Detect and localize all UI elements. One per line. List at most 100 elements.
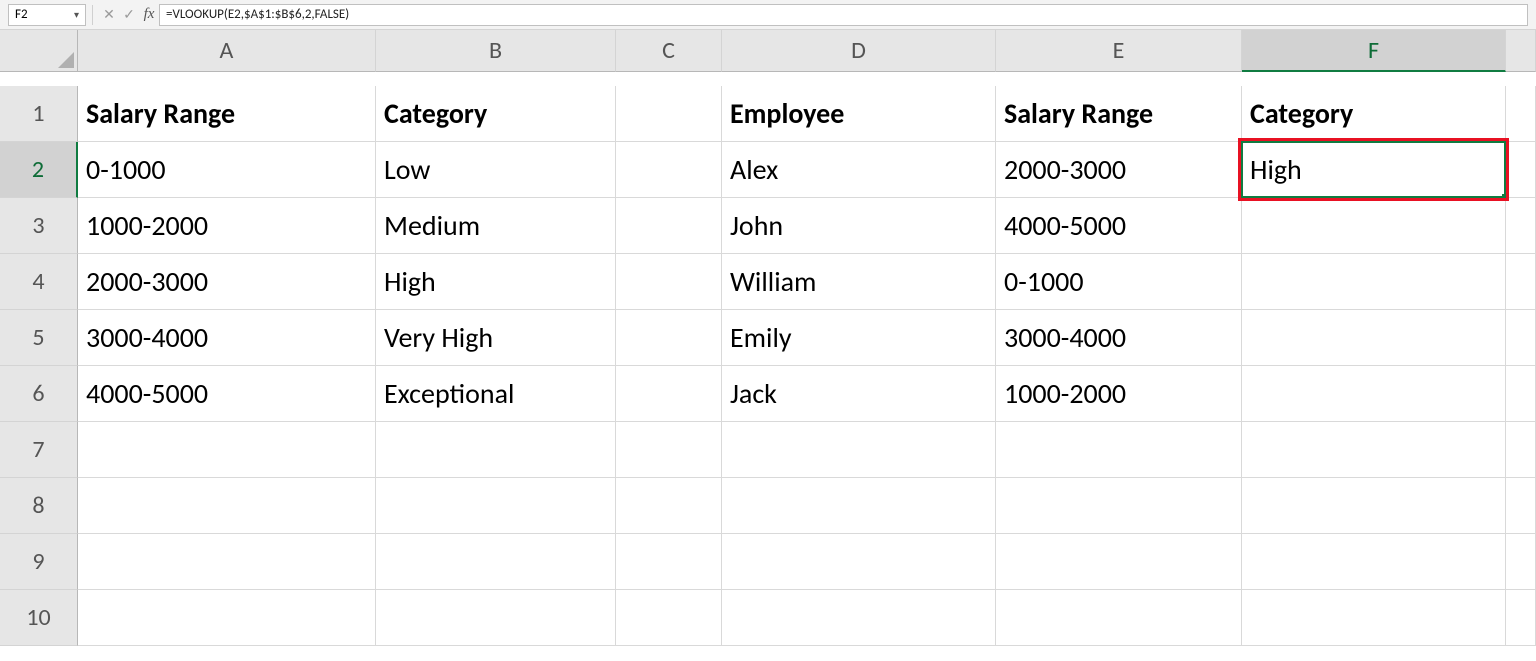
cell-G9[interactable]	[1506, 534, 1536, 590]
cell-C2[interactable]	[616, 142, 722, 198]
row-head-7[interactable]: 7	[0, 422, 78, 478]
cell-G5[interactable]	[1506, 310, 1536, 366]
cell-D1[interactable]: Employee	[722, 86, 996, 142]
cell-F2[interactable]: High	[1242, 142, 1506, 198]
formula-bar: F2 ▾ ✕ ✓ fx =VLOOKUP(E2,$A$1:$B$6,2,FALS…	[0, 0, 1536, 30]
cell-B2[interactable]: Low	[376, 142, 616, 198]
cell-A3[interactable]: 1000-2000	[78, 198, 376, 254]
cell-B9[interactable]	[376, 534, 616, 590]
cell-A5[interactable]: 3000-4000	[78, 310, 376, 366]
col-head-D[interactable]: D	[722, 30, 996, 72]
cell-G6[interactable]	[1506, 366, 1536, 422]
cell-G8[interactable]	[1506, 478, 1536, 534]
cell-F6[interactable]	[1242, 366, 1506, 422]
cell-A6[interactable]: 4000-5000	[78, 366, 376, 422]
cancel-button[interactable]: ✕	[99, 4, 119, 26]
cell-B5[interactable]: Very High	[376, 310, 616, 366]
col-head-C[interactable]: C	[616, 30, 722, 72]
cell-A4[interactable]: 2000-3000	[78, 254, 376, 310]
cell-B4[interactable]: High	[376, 254, 616, 310]
col-head-F[interactable]: F	[1242, 30, 1506, 72]
cell-D3[interactable]: John	[722, 198, 996, 254]
cell-B10[interactable]	[376, 590, 616, 646]
cell-E4[interactable]: 0-1000	[996, 254, 1242, 310]
cell-C7[interactable]	[616, 422, 722, 478]
cell-A8[interactable]	[78, 478, 376, 534]
row-head-2[interactable]: 2	[0, 142, 78, 198]
cell-A10[interactable]	[78, 590, 376, 646]
enter-button[interactable]: ✓	[119, 4, 139, 26]
cell-C8[interactable]	[616, 478, 722, 534]
cell-F3[interactable]	[1242, 198, 1506, 254]
cell-C3[interactable]	[616, 198, 722, 254]
cell-E7[interactable]	[996, 422, 1242, 478]
cell-D2[interactable]: Alex	[722, 142, 996, 198]
cell-E6[interactable]: 1000-2000	[996, 366, 1242, 422]
cell-D4[interactable]: William	[722, 254, 996, 310]
col-head-A[interactable]: A	[78, 30, 376, 72]
check-icon: ✓	[123, 6, 135, 23]
row-head-1[interactable]: 1	[0, 86, 78, 142]
cell-C1[interactable]	[616, 86, 722, 142]
cell-B3[interactable]: Medium	[376, 198, 616, 254]
cell-D5[interactable]: Emily	[722, 310, 996, 366]
cell-E8[interactable]	[996, 478, 1242, 534]
cell-A9[interactable]	[78, 534, 376, 590]
cell-D7[interactable]	[722, 422, 996, 478]
cell-F5[interactable]	[1242, 310, 1506, 366]
col-head-extra[interactable]	[1506, 30, 1536, 72]
col-head-B[interactable]: B	[376, 30, 616, 72]
cell-A2[interactable]: 0-1000	[78, 142, 376, 198]
formula-input[interactable]: =VLOOKUP(E2,$A$1:$B$6,2,FALSE)	[159, 4, 1528, 26]
chevron-down-icon[interactable]: ▾	[74, 8, 79, 21]
cell-G7[interactable]	[1506, 422, 1536, 478]
row-head-5[interactable]: 5	[0, 310, 78, 366]
cell-G10[interactable]	[1506, 590, 1536, 646]
row-head-8[interactable]: 8	[0, 478, 78, 534]
formula-text: =VLOOKUP(E2,$A$1:$B$6,2,FALSE)	[166, 7, 349, 22]
name-box[interactable]: F2 ▾	[8, 4, 86, 26]
cell-F10[interactable]	[1242, 590, 1506, 646]
cell-C5[interactable]	[616, 310, 722, 366]
cell-A1[interactable]: Salary Range	[78, 86, 376, 142]
cell-F7[interactable]	[1242, 422, 1506, 478]
cell-G4[interactable]	[1506, 254, 1536, 310]
cell-D9[interactable]	[722, 534, 996, 590]
row-head-6[interactable]: 6	[0, 366, 78, 422]
cell-C9[interactable]	[616, 534, 722, 590]
cell-F4[interactable]	[1242, 254, 1506, 310]
row-head-9[interactable]: 9	[0, 534, 78, 590]
cell-E3[interactable]: 4000-5000	[996, 198, 1242, 254]
cell-E1[interactable]: Salary Range	[996, 86, 1242, 142]
cell-B6[interactable]: Exceptional	[376, 366, 616, 422]
cell-E5[interactable]: 3000-4000	[996, 310, 1242, 366]
cell-E9[interactable]	[996, 534, 1242, 590]
cell-F8[interactable]	[1242, 478, 1506, 534]
cell-C6[interactable]	[616, 366, 722, 422]
cell-C4[interactable]	[616, 254, 722, 310]
cell-E2[interactable]: 2000-3000	[996, 142, 1242, 198]
cell-D6[interactable]: Jack	[722, 366, 996, 422]
cell-G1[interactable]	[1506, 86, 1536, 142]
separator	[92, 5, 93, 25]
row-head-4[interactable]: 4	[0, 254, 78, 310]
cell-B1[interactable]: Category	[376, 86, 616, 142]
name-box-value: F2	[15, 7, 28, 22]
cell-G3[interactable]	[1506, 198, 1536, 254]
cell-F9[interactable]	[1242, 534, 1506, 590]
cell-F1[interactable]: Category	[1242, 86, 1506, 142]
cell-B8[interactable]	[376, 478, 616, 534]
select-all-corner[interactable]	[0, 30, 78, 72]
row-head-10[interactable]: 10	[0, 590, 78, 646]
insert-function-button[interactable]: fx	[139, 4, 159, 26]
cell-D10[interactable]	[722, 590, 996, 646]
col-head-E[interactable]: E	[996, 30, 1242, 72]
cell-B7[interactable]	[376, 422, 616, 478]
cell-E10[interactable]	[996, 590, 1242, 646]
cell-G2[interactable]	[1506, 142, 1536, 198]
spreadsheet-grid[interactable]: A B C D E F 1 Salary Range Category Empl…	[0, 30, 1536, 646]
cell-C10[interactable]	[616, 590, 722, 646]
cell-A7[interactable]	[78, 422, 376, 478]
cell-D8[interactable]	[722, 478, 996, 534]
row-head-3[interactable]: 3	[0, 198, 78, 254]
